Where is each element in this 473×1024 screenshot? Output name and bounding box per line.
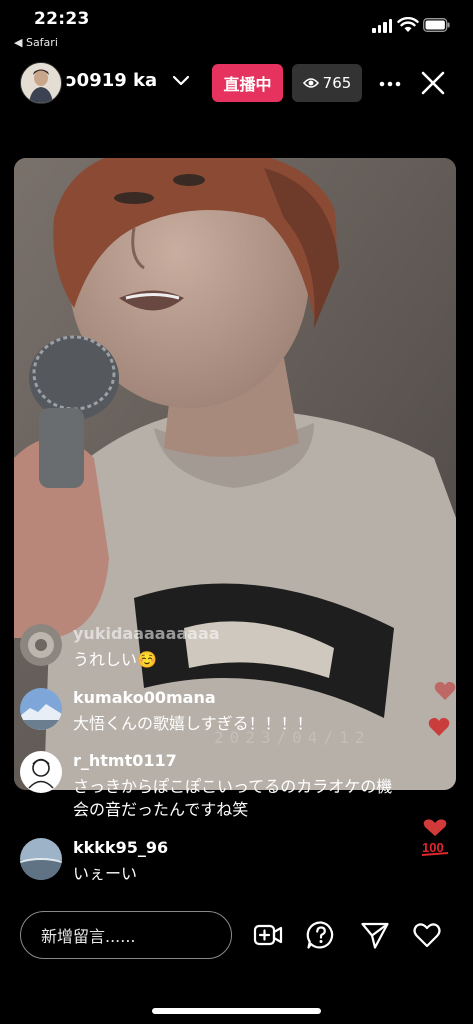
add-video-icon[interactable]: [253, 920, 283, 950]
viewer-count-badge[interactable]: 765: [292, 64, 362, 102]
status-time: 22:23: [34, 9, 90, 29]
commenter-avatar[interactable]: [20, 838, 62, 880]
commenter-avatar[interactable]: [20, 624, 62, 666]
status-bar: 22:23 ◀ Safari: [0, 0, 473, 54]
more-icon[interactable]: [378, 72, 402, 96]
cellular-signal-icon: [372, 19, 394, 33]
comment-username[interactable]: r_htmt0117: [73, 751, 177, 770]
back-to-safari-link[interactable]: ◀ Safari: [14, 36, 58, 49]
home-indicator[interactable]: [152, 1008, 321, 1014]
eye-icon: [302, 78, 319, 88]
wifi-icon: [397, 17, 419, 32]
viewer-count: 765: [322, 74, 352, 92]
like-heart-icon[interactable]: [412, 920, 442, 950]
comment-text: 大悟くんの歌嬉しすぎる！！！！: [73, 714, 313, 733]
heart-icon: [428, 717, 450, 736]
commenter-avatar[interactable]: [20, 688, 62, 730]
battery-icon: [423, 18, 450, 32]
comment-item[interactable]: yukidaaaaaaaaa うれしい☺️: [20, 624, 420, 674]
close-icon[interactable]: [420, 70, 446, 96]
heart-icon: [434, 681, 456, 700]
chevron-down-icon[interactable]: [172, 75, 190, 87]
comment-text: さっきからぽこぽこいってるのカラオケの機会の音だったんですね笑: [73, 777, 393, 819]
live-badge: 直播中: [212, 64, 283, 102]
comment-item[interactable]: r_htmt0117 さっきからぽこぽこいってるのカラオケの機会の音だったんです…: [20, 751, 420, 829]
comment-text: いぇーい: [73, 864, 138, 883]
comment-username[interactable]: kumako00mana: [73, 688, 216, 707]
comment-username[interactable]: yukidaaaaaaaaa: [73, 624, 220, 643]
send-icon[interactable]: [360, 920, 390, 950]
commenter-avatar[interactable]: [20, 751, 62, 793]
host-username[interactable]: ɔ0919 ka: [66, 70, 164, 91]
question-icon[interactable]: [306, 920, 336, 950]
host-avatar[interactable]: [20, 62, 62, 104]
comment-username[interactable]: kkkk95_96: [73, 838, 168, 857]
hundred-emoji-icon: 100: [421, 819, 449, 856]
comment-item[interactable]: kkkk95_96 いぇーい: [20, 838, 420, 888]
comment-item[interactable]: kumako00mana 大悟くんの歌嬉しすぎる！！！！: [20, 688, 420, 738]
comment-text: うれしい☺️: [73, 650, 157, 669]
comment-input[interactable]: 新增留言......: [20, 911, 232, 959]
